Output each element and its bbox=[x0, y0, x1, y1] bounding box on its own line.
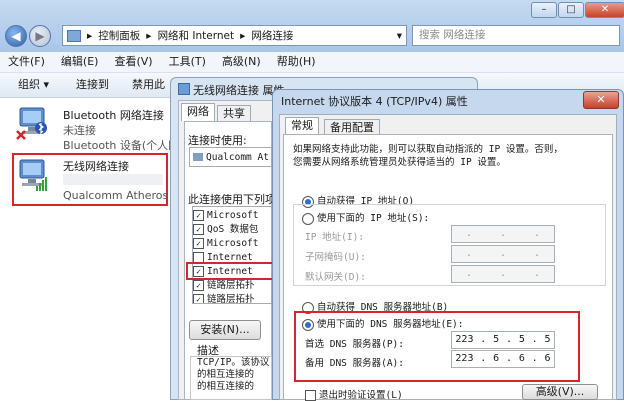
list-item[interactable]: ✓ 链路层拓扑 bbox=[193, 279, 271, 293]
network-folder-icon bbox=[67, 29, 81, 42]
tab-general[interactable]: 常规 bbox=[285, 117, 319, 135]
search-input[interactable]: 搜索 网络连接 bbox=[412, 25, 620, 46]
gateway-field: ... bbox=[451, 265, 555, 283]
menu-bar: 文件(F) 编辑(E) 查看(V) 工具(T) 高级(N) 帮助(H) bbox=[0, 52, 624, 73]
tab-alternate-config[interactable]: 备用配置 bbox=[324, 119, 380, 135]
bluetooth-device-text: Bluetooth 设备(个人区 bbox=[63, 139, 180, 152]
connect-to-button[interactable]: 连接到 bbox=[76, 78, 109, 92]
preferred-dns-field[interactable]: 223. 5. 5. 5 bbox=[451, 331, 555, 349]
list-item[interactable]: ✓ Microsoft bbox=[193, 237, 271, 251]
intro-text: 如果网络支持此功能，则可以获取自动指派的 IP 设置。否则， 您需要从网络系统管… bbox=[293, 144, 563, 168]
wireless-connection-icon[interactable] bbox=[16, 158, 50, 197]
wireless-device-text: Qualcomm Atheros A bbox=[63, 189, 180, 202]
breadcrumb-item[interactable]: 网络和 Internet bbox=[158, 28, 235, 43]
adapter-icon bbox=[193, 153, 203, 161]
chevron-down-icon[interactable]: ▾ bbox=[397, 30, 406, 42]
wireless-connection-name[interactable]: 无线网络连接 bbox=[63, 158, 129, 174]
wireless-status-masked bbox=[63, 174, 163, 185]
connect-using-label: 连接时使用: bbox=[188, 134, 247, 147]
bluetooth-connection-icon[interactable] bbox=[16, 106, 50, 145]
dialog1-title: 无线网络连接 属性 bbox=[193, 84, 285, 97]
disable-button[interactable]: 禁用此 bbox=[132, 78, 165, 92]
desc-text: TCP/IP。该协议 的相互连接的 的相互连接的 bbox=[197, 357, 270, 392]
alternate-dns-label: 备用 DNS 服务器(A): bbox=[305, 358, 404, 369]
preferred-dns-label: 首选 DNS 服务器(P): bbox=[305, 339, 404, 350]
network-icon bbox=[178, 83, 190, 95]
advanced-button[interactable]: 高级(V)... bbox=[522, 384, 598, 400]
minimize-button[interactable]: – bbox=[531, 2, 557, 18]
close-button[interactable]: ✕ bbox=[585, 2, 624, 18]
subnet-mask-field: ... bbox=[451, 245, 555, 263]
subnet-mask-label: 子网掩码(U): bbox=[305, 252, 366, 263]
organize-button[interactable]: 组织 ▾ bbox=[18, 78, 49, 92]
items-label: 此连接使用下列项 bbox=[188, 193, 276, 206]
breadcrumb-item[interactable]: 控制面板 bbox=[98, 28, 140, 43]
menu-edit[interactable]: 编辑(E) bbox=[53, 52, 107, 72]
menu-view[interactable]: 查看(V) bbox=[106, 52, 160, 72]
menu-help[interactable]: 帮助(H) bbox=[269, 52, 324, 72]
adapter-field: Qualcomm At bbox=[189, 147, 272, 167]
list-item[interactable]: ✓ 链路层拓扑 bbox=[193, 293, 271, 303]
ipv4-item-highlight bbox=[186, 262, 274, 280]
bluetooth-connection-status: 未连接 bbox=[63, 124, 96, 137]
breadcrumb-item[interactable]: 网络连接 bbox=[251, 28, 293, 43]
alternate-dns-field[interactable]: 223. 6. 6. 6 bbox=[451, 350, 555, 368]
list-item[interactable]: ✓ Microsoft bbox=[193, 209, 271, 223]
validate-checkbox[interactable]: 退出时验证设置(L) bbox=[305, 387, 403, 401]
ip-address-label: IP 地址(I): bbox=[305, 232, 365, 243]
forward-icon[interactable]: ▶ bbox=[29, 25, 51, 47]
back-icon[interactable]: ◀ bbox=[5, 25, 27, 47]
manual-ip-radio[interactable]: 使用下面的 IP 地址(S): bbox=[302, 210, 433, 225]
tab-network[interactable]: 网络 bbox=[181, 103, 215, 121]
maximize-button[interactable]: □ bbox=[558, 2, 584, 18]
list-item[interactable]: ✓ QoS 数据包 bbox=[193, 223, 271, 237]
address-bar[interactable]: ▸ 控制面板 ▸ 网络和 Internet ▸ 网络连接 ▾ bbox=[62, 25, 407, 46]
dialog2-title: Internet 协议版本 4 (TCP/IPv4) 属性 bbox=[281, 95, 468, 108]
gateway-label: 默认网关(D): bbox=[305, 272, 366, 283]
manual-dns-radio[interactable]: 使用下面的 DNS 服务器地址(E): bbox=[302, 316, 463, 331]
menu-tools[interactable]: 工具(T) bbox=[161, 52, 214, 72]
ip-address-field: ... bbox=[451, 225, 555, 243]
install-button[interactable]: 安装(N)... bbox=[189, 320, 261, 340]
menu-advanced[interactable]: 高级(N) bbox=[214, 52, 269, 72]
items-list: ✓ Microsoft ✓ QoS 数据包 ✓ Microsoft Internet … bbox=[192, 206, 272, 304]
dialog2-close-button[interactable]: ✕ bbox=[583, 91, 619, 109]
bluetooth-connection-name[interactable]: Bluetooth 网络连接 bbox=[63, 107, 164, 123]
menu-file[interactable]: 文件(F) bbox=[0, 52, 53, 72]
